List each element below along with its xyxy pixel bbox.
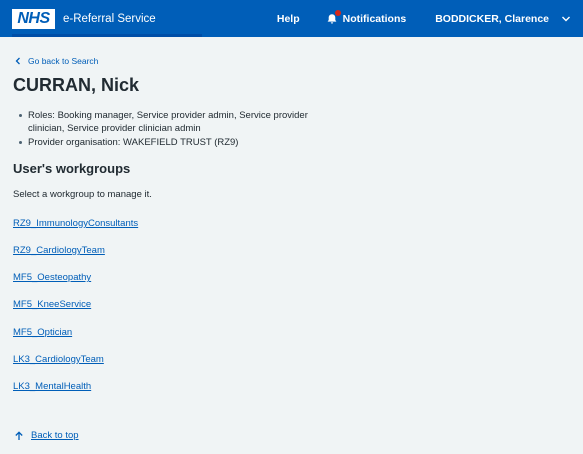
workgroup-link[interactable]: MF5_Oesteopathy: [13, 272, 91, 283]
nhs-logo[interactable]: NHS: [12, 8, 55, 29]
back-to-top-label: Back to top: [31, 430, 79, 441]
header-divider: [12, 34, 202, 37]
service-name[interactable]: e-Referral Service: [63, 13, 156, 25]
page-title: CURRAN, Nick: [13, 75, 140, 95]
chevron-left-icon: [15, 57, 20, 65]
user-name: BODDICKER, Clarence: [435, 12, 549, 25]
workgroup-link[interactable]: LK3_CardiologyTeam: [13, 354, 104, 365]
notification-badge: [334, 9, 341, 16]
header-nav: Help Notifications BODDICKER, Clarence: [277, 9, 571, 25]
main-content: Go back to Search CURRAN, Nick Roles: Bo…: [0, 56, 583, 400]
notifications-label: Notifications: [342, 12, 407, 25]
notifications-link[interactable]: Notifications: [326, 9, 407, 25]
list-item: LK3_MentalHealth: [13, 373, 570, 400]
list-item: LK3_CardiologyTeam: [13, 346, 570, 373]
chevron-down-icon: [562, 16, 570, 21]
back-link-label: Go back to Search: [28, 56, 99, 66]
workgroup-link[interactable]: MF5_Optician: [13, 327, 72, 338]
arrow-up-icon: [15, 430, 23, 440]
list-item: MF5_KneeService: [13, 291, 570, 318]
workgroup-link[interactable]: MF5_KneeService: [13, 299, 91, 310]
workgroups-intro: Select a workgroup to manage it.: [13, 189, 152, 201]
roles-item: Roles: Booking manager, Service provider…: [13, 109, 343, 136]
workgroup-list: RZ9_ImmunologyConsultants RZ9_Cardiology…: [13, 210, 570, 400]
site-header: NHS e-Referral Service Help Notification…: [0, 0, 583, 37]
workgroups-heading: User's workgroups: [13, 161, 131, 177]
list-item: MF5_Optician: [13, 318, 570, 345]
workgroup-link[interactable]: LK3_MentalHealth: [13, 381, 91, 392]
back-to-top-link[interactable]: Back to top: [14, 430, 79, 441]
bell-icon: [326, 9, 341, 25]
user-details-list: Roles: Booking manager, Service provider…: [13, 109, 343, 150]
workgroup-link[interactable]: RZ9_CardiologyTeam: [13, 245, 105, 256]
back-to-search-link[interactable]: Go back to Search: [13, 56, 570, 66]
help-link[interactable]: Help: [277, 13, 300, 25]
list-item: RZ9_ImmunologyConsultants: [13, 210, 570, 237]
provider-organisation-item: Provider organisation: WAKEFIELD TRUST (…: [13, 136, 343, 150]
workgroup-link[interactable]: RZ9_ImmunologyConsultants: [13, 218, 138, 229]
list-item: RZ9_CardiologyTeam: [13, 237, 570, 264]
list-item: MF5_Oesteopathy: [13, 264, 570, 291]
user-menu[interactable]: BODDICKER, Clarence: [435, 13, 571, 25]
